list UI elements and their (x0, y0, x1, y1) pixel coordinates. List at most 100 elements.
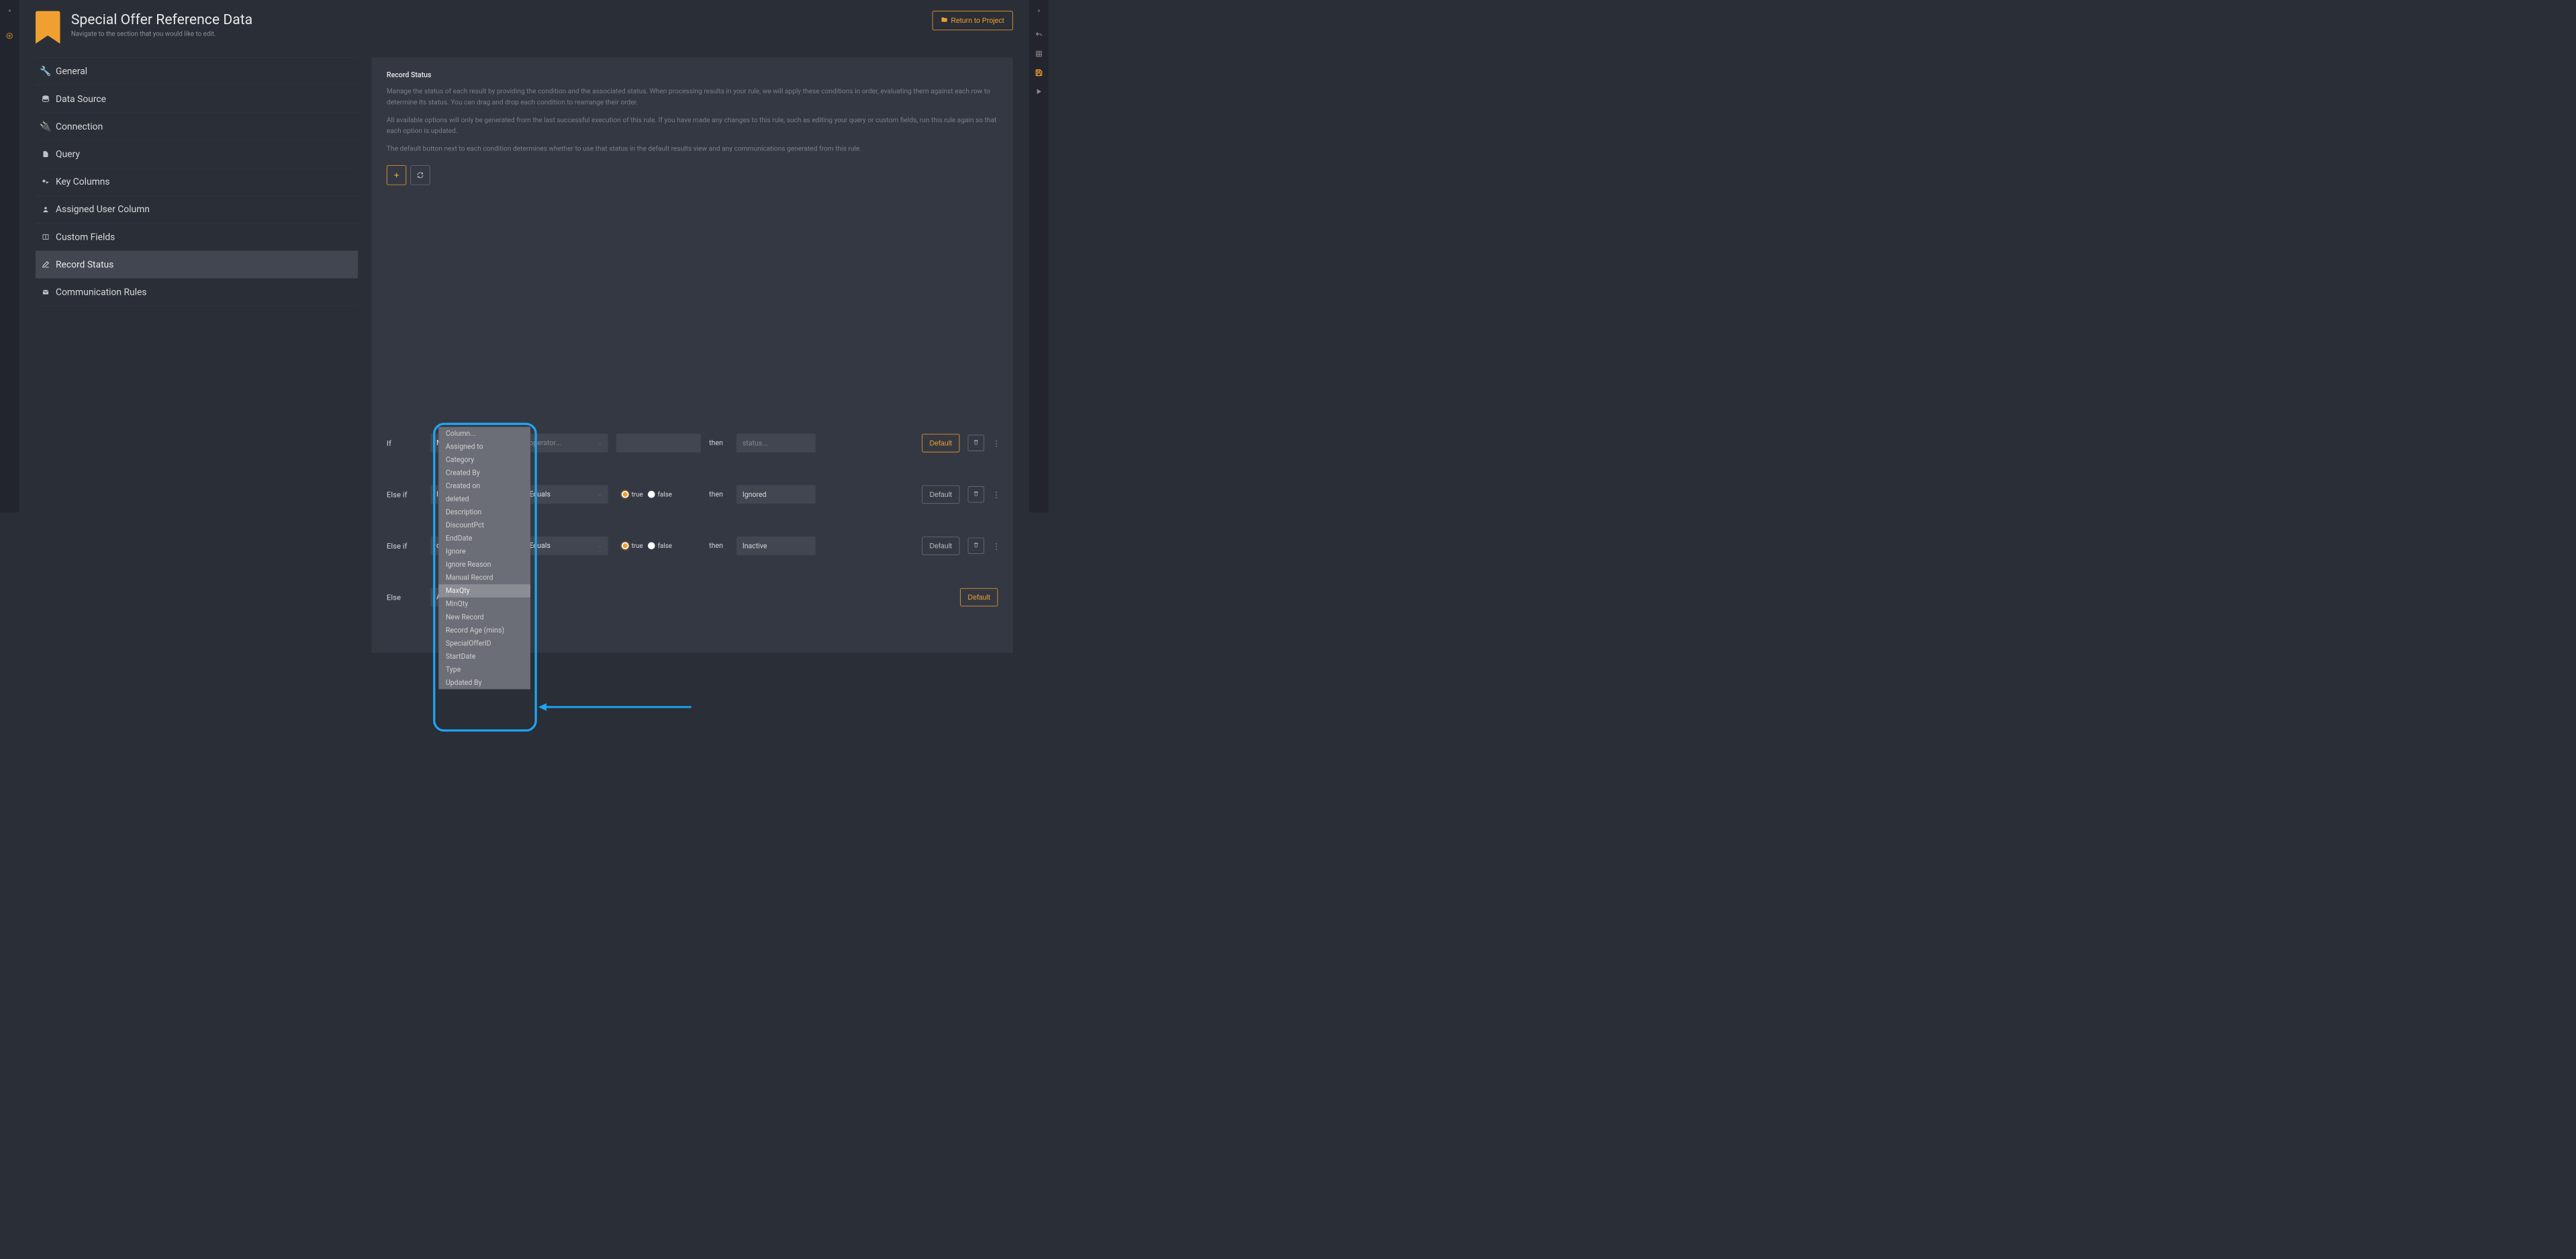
more-options-icon[interactable]: ⋮ (992, 541, 998, 550)
operator-select[interactable]: Equals ⌄ (523, 485, 608, 504)
dropdown-option[interactable]: Created on (438, 479, 530, 493)
panel-description-1: Manage the status of each result by prov… (387, 86, 998, 108)
add-circle-icon[interactable] (6, 32, 13, 39)
undo-icon[interactable] (1035, 31, 1043, 40)
database-icon (41, 95, 50, 103)
then-label: then (709, 542, 728, 550)
dropdown-option[interactable]: MinQty (438, 598, 530, 611)
radio-icon (622, 542, 629, 549)
chevron-down-icon: ⌄ (598, 543, 602, 549)
folder-icon (941, 16, 948, 25)
value-input[interactable] (616, 434, 701, 453)
delete-button[interactable] (968, 538, 984, 554)
play-icon[interactable] (1036, 88, 1043, 97)
main-panel: Record Status Manage the status of each … (372, 57, 1013, 653)
sidebar-item-general[interactable]: 🔧 General (36, 57, 358, 85)
condition-label: Else if (387, 490, 422, 499)
dropdown-option[interactable]: Type (438, 663, 530, 676)
chevron-down-icon: ⌄ (598, 440, 602, 446)
plug-icon: 🔌 (41, 121, 50, 132)
default-button[interactable]: Default (922, 434, 959, 452)
panel-description-2: All available options will only be gener… (387, 115, 998, 137)
radio-false[interactable]: false (648, 491, 672, 498)
sidebar-item-query[interactable]: Query (36, 140, 358, 168)
return-to-project-button[interactable]: Return to Project (933, 11, 1013, 30)
bookmark-icon (36, 11, 60, 44)
dropdown-option[interactable]: Ignore Reason (438, 558, 530, 571)
refresh-button[interactable] (410, 165, 430, 185)
save-icon[interactable] (1035, 69, 1043, 79)
value-radio-group: true false (616, 537, 701, 555)
add-condition-button[interactable] (387, 165, 406, 185)
wrench-icon: 🔧 (41, 66, 50, 77)
dropdown-option[interactable]: Column... (438, 427, 530, 440)
delete-button[interactable] (968, 435, 984, 451)
condition-label: If (387, 438, 422, 447)
dropdown-option[interactable]: Record Age (mins) (438, 624, 530, 637)
radio-true[interactable]: true (622, 542, 643, 549)
sidebar-item-record-status[interactable]: Record Status (36, 250, 358, 278)
default-button[interactable]: Default (922, 537, 959, 555)
status-input[interactable]: Inactive (736, 537, 816, 555)
page-title: Special Offer Reference Data (71, 11, 252, 28)
dropdown-option[interactable]: EndDate (438, 532, 530, 545)
status-input[interactable]: Ignored (736, 485, 816, 504)
sidebar-item-connection[interactable]: 🔌 Connection (36, 113, 358, 140)
operator-select[interactable]: operator... ⌄ (523, 434, 608, 453)
radio-false[interactable]: false (648, 542, 672, 549)
more-options-icon[interactable]: ⋮ (992, 490, 998, 499)
panel-description-3: The default button next to each conditio… (387, 144, 998, 154)
user-icon (41, 205, 50, 214)
expand-left-icon[interactable]: » (8, 7, 11, 13)
grid-icon[interactable] (1035, 50, 1043, 59)
panel-heading: Record Status (387, 71, 998, 79)
default-button[interactable]: Default (960, 588, 998, 606)
dropdown-option[interactable]: Manual Record (438, 571, 530, 585)
radio-icon (622, 491, 629, 498)
sidebar-item-assigned-user[interactable]: Assigned User Column (36, 195, 358, 223)
dropdown-option[interactable]: SpecialOfferID (438, 637, 530, 650)
columns-icon (41, 234, 50, 241)
chevron-down-icon: ⌄ (598, 492, 602, 498)
operator-select[interactable]: Equals ⌄ (523, 537, 608, 555)
dropdown-option[interactable]: Created By (438, 466, 530, 479)
value-radio-group: true false (616, 485, 701, 504)
page-subtitle: Navigate to the section that you would l… (71, 30, 252, 37)
dropdown-option[interactable]: Category (438, 453, 530, 467)
envelope-icon (41, 289, 50, 295)
sidebar-item-key-columns[interactable]: Key Columns (36, 168, 358, 195)
page-header: Special Offer Reference Data Navigate to… (36, 11, 1013, 44)
condition-label: Else (387, 593, 422, 602)
column-dropdown[interactable]: Column... Assigned to Category Created B… (438, 427, 530, 690)
dropdown-option[interactable]: DiscountPct (438, 518, 530, 532)
dropdown-option[interactable]: Updated By (438, 676, 530, 690)
sidebar-item-custom-fields[interactable]: Custom Fields (36, 223, 358, 250)
radio-icon (648, 491, 655, 498)
right-rail: « (1029, 0, 1048, 512)
dropdown-option[interactable]: StartDate (438, 650, 530, 663)
dropdown-option[interactable]: Ignore (438, 545, 530, 559)
then-label: then (709, 490, 728, 498)
edit-icon (41, 261, 50, 269)
file-icon (41, 150, 50, 158)
delete-button[interactable] (968, 486, 984, 502)
dropdown-option[interactable]: deleted (438, 492, 530, 506)
left-rail: » (0, 0, 19, 512)
dropdown-option[interactable]: Assigned to (438, 440, 530, 453)
radio-true[interactable]: true (622, 491, 643, 498)
condition-label: Else if (387, 541, 422, 550)
dropdown-option[interactable]: Description (438, 506, 530, 519)
sidebar-nav: 🔧 General Data Source 🔌 Connection (36, 57, 358, 653)
then-label: then (709, 439, 728, 447)
annotation-arrow (538, 704, 691, 710)
more-options-icon[interactable]: ⋮ (992, 438, 998, 447)
status-input[interactable]: status... (736, 434, 816, 453)
default-button[interactable]: Default (922, 485, 959, 504)
key-icon (41, 178, 50, 186)
dropdown-option-selected[interactable]: MaxQty (438, 584, 530, 598)
radio-icon (648, 542, 655, 549)
sidebar-item-data-source[interactable]: Data Source (36, 85, 358, 113)
dropdown-option[interactable]: New Record (438, 610, 530, 624)
expand-right-icon[interactable]: « (1037, 7, 1040, 13)
sidebar-item-communication-rules[interactable]: Communication Rules (36, 278, 358, 306)
